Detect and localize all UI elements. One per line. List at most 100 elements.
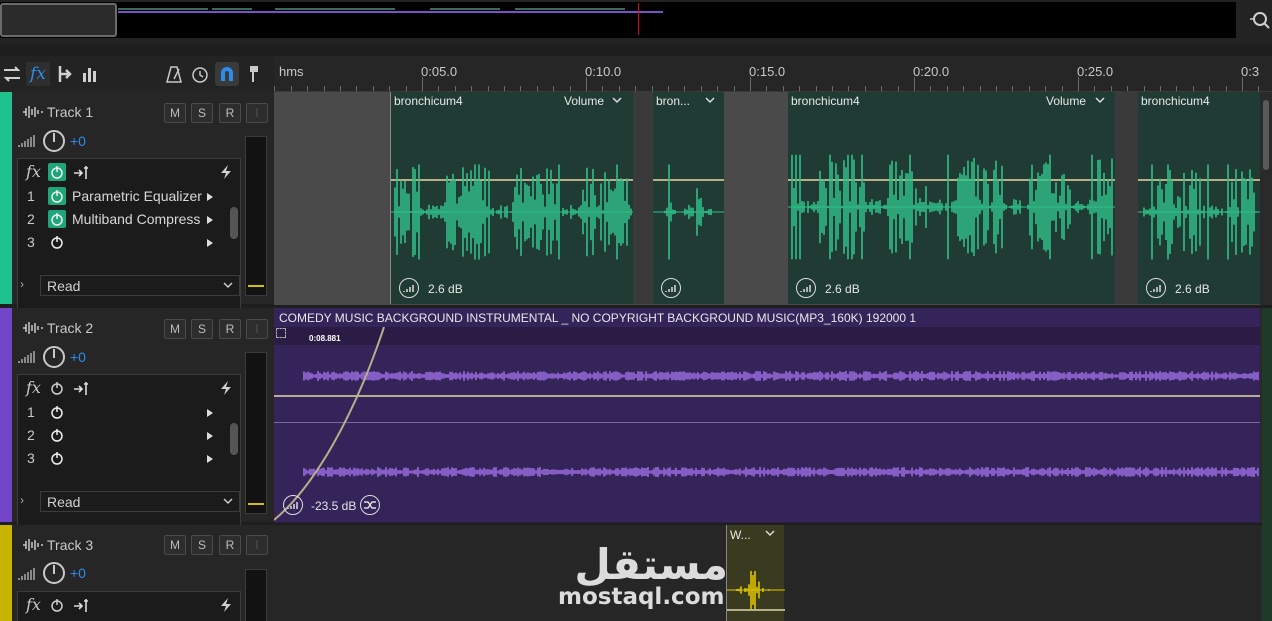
clip-gain-value[interactable]: 2.6 dB — [428, 282, 463, 296]
clip-bronchicum4-2[interactable]: bron... — [653, 92, 724, 304]
clip-bronchicum4-3[interactable]: bronchicum4 Volume 2.6 dB — [788, 92, 1115, 304]
clip-gain-icon[interactable] — [661, 278, 681, 298]
volume-envelope-line[interactable] — [274, 395, 1260, 397]
clip-w[interactable]: W... — [726, 525, 785, 621]
effect-power-icon[interactable] — [48, 233, 66, 251]
track-1-volume-value[interactable]: +0 — [70, 133, 86, 149]
track-3-mute-button[interactable]: M — [164, 535, 186, 555]
clip-volume-menu[interactable]: Volume — [564, 94, 604, 108]
overview-waveform-strip[interactable] — [0, 2, 1236, 38]
chevron-right-icon[interactable]: › — [20, 493, 24, 507]
clip-volume-menu[interactable]: Volume — [1046, 94, 1086, 108]
track-1-effect-slot-3[interactable]: 3 — [18, 231, 240, 254]
track-2-automation-mode-select[interactable]: Read — [40, 491, 240, 512]
clip-gain-icon[interactable] — [1146, 278, 1166, 298]
clip-gain-icon[interactable] — [283, 495, 303, 515]
track-1-input-monitor-button[interactable]: I — [246, 103, 268, 123]
chevron-down-icon[interactable] — [705, 97, 715, 105]
track-2-lane[interactable]: COMEDY MUSIC BACKGROUND INSTRUMENTAL _ N… — [274, 308, 1272, 523]
clip-gain-icon[interactable] — [796, 278, 816, 298]
effect-expand-arrow-icon[interactable] — [206, 238, 214, 248]
chevron-down-icon[interactable] — [765, 530, 775, 538]
effect-expand-arrow-icon[interactable] — [206, 408, 214, 418]
rack-power-icon[interactable] — [48, 379, 66, 397]
effects-toggle-fx-icon[interactable]: fx — [26, 62, 50, 86]
effect-power-icon[interactable] — [48, 426, 66, 444]
clip-gain-value[interactable]: -23.5 dB — [311, 499, 356, 513]
track-2-effect-slot-2[interactable]: 2 — [18, 424, 240, 447]
track-2-volume-knob[interactable] — [43, 346, 65, 368]
pre-post-fader-icon[interactable] — [73, 164, 91, 180]
overview-view-range-handle[interactable] — [0, 3, 117, 37]
effect-expand-arrow-icon[interactable] — [206, 215, 214, 225]
track-2-solo-button[interactable]: S — [191, 319, 213, 339]
effect-power-icon[interactable] — [48, 449, 66, 467]
metronome-icon[interactable] — [162, 62, 186, 86]
rack-power-icon[interactable] — [48, 163, 66, 181]
fade-in-curve[interactable] — [274, 327, 394, 522]
track-1-header[interactable]: Track 1 M S R I +0 fx 1 Parametric Equali… — [0, 92, 274, 336]
track-1-record-arm-button[interactable]: R — [219, 103, 241, 123]
clip-gain-value[interactable]: 2.6 dB — [1175, 282, 1210, 296]
timer-record-icon[interactable] — [188, 62, 212, 86]
effect-name[interactable]: Parametric Equalizer — [72, 188, 202, 204]
track-3-header[interactable]: Track 3 M S R I +0 fx — [0, 525, 274, 621]
chevron-right-icon[interactable]: › — [20, 277, 24, 291]
track-2-header[interactable]: Track 2 M S R I +0 fx 1 2 3 › Read — [0, 308, 274, 552]
chevron-down-icon[interactable] — [612, 97, 622, 105]
rack-power-icon[interactable] — [48, 596, 66, 614]
track-1-solo-button[interactable]: S — [191, 103, 213, 123]
marker-pin-icon[interactable] — [242, 62, 266, 86]
track-1-automation-mode-select[interactable]: Read — [40, 275, 240, 296]
lightning-icon[interactable] — [218, 164, 234, 180]
vertical-scrollbar[interactable] — [1260, 92, 1272, 305]
track-1-effect-slot-2[interactable]: 2 Multiband Compress — [18, 208, 240, 231]
track-3-solo-button[interactable]: S — [191, 535, 213, 555]
track-1-volume-knob[interactable] — [43, 130, 65, 152]
sends-icon[interactable] — [52, 62, 76, 86]
chevron-down-icon[interactable] — [1095, 97, 1105, 105]
pre-post-fader-icon[interactable] — [73, 597, 91, 613]
track-2-input-monitor-button[interactable]: I — [246, 319, 268, 339]
lightning-icon[interactable] — [218, 597, 234, 613]
effect-name[interactable]: Multiband Compress — [72, 211, 202, 227]
clip-bronchicum4-1[interactable]: bronchicum4 Volume 2.6 dB — [390, 92, 634, 304]
lightning-icon[interactable] — [218, 380, 234, 396]
track-2-mute-button[interactable]: M — [164, 319, 186, 339]
track-3-lane[interactable]: W... — [274, 525, 1272, 621]
effect-expand-arrow-icon[interactable] — [206, 431, 214, 441]
track-1-effect-slot-1[interactable]: 1 Parametric Equalizer — [18, 185, 240, 208]
effect-expand-arrow-icon[interactable] — [206, 454, 214, 464]
track-3-volume-knob[interactable] — [43, 562, 65, 584]
pre-post-fader-icon[interactable] — [73, 380, 91, 396]
eq-bars-icon[interactable] — [78, 62, 102, 86]
input-output-toggle-icon[interactable] — [0, 62, 24, 86]
clip-gain-icon[interactable] — [399, 278, 419, 298]
track-2-name[interactable]: Track 2 — [47, 320, 93, 336]
track-2-effect-slot-1[interactable]: 1 — [18, 401, 240, 424]
clip-bronchicum4-4[interactable]: bronchicum4 2.6 dB — [1138, 92, 1260, 304]
effects-rack-scrollbar[interactable] — [230, 207, 238, 239]
snap-magnet-icon[interactable] — [215, 62, 239, 86]
crossfade-shuffle-icon[interactable] — [360, 495, 380, 515]
clip-comedy-music[interactable]: COMEDY MUSIC BACKGROUND INSTRUMENTAL _ N… — [274, 308, 1260, 522]
track-3-input-monitor-button[interactable]: I — [246, 535, 268, 555]
track-3-record-arm-button[interactable]: R — [219, 535, 241, 555]
track-2-volume-value[interactable]: +0 — [70, 349, 86, 365]
track-1-mute-button[interactable]: M — [164, 103, 186, 123]
track-3-volume-value[interactable]: +0 — [70, 565, 86, 581]
track-3-name[interactable]: Track 3 — [47, 537, 93, 553]
effect-power-icon[interactable] — [48, 403, 66, 421]
effect-expand-arrow-icon[interactable] — [206, 192, 214, 202]
timeline-ruler[interactable]: hms 0:05.0 0:10.0 0:15.0 0:20.0 0:25.0 0… — [274, 56, 1272, 92]
clip-gain-value[interactable]: 2.6 dB — [825, 282, 860, 296]
effect-power-icon[interactable] — [48, 210, 66, 228]
volume-envelope-line[interactable] — [727, 609, 785, 611]
zoom-navigator-icon[interactable] — [1248, 8, 1272, 32]
track-1-name[interactable]: Track 1 — [47, 104, 93, 120]
effects-rack-scrollbar[interactable] — [230, 423, 238, 455]
effect-power-icon[interactable] — [48, 187, 66, 205]
track-2-effect-slot-3[interactable]: 3 — [18, 447, 240, 470]
track-1-lane[interactable]: bronchicum4 Volume 2.6 dB bron... bronch… — [274, 92, 1272, 305]
track-2-record-arm-button[interactable]: R — [219, 319, 241, 339]
